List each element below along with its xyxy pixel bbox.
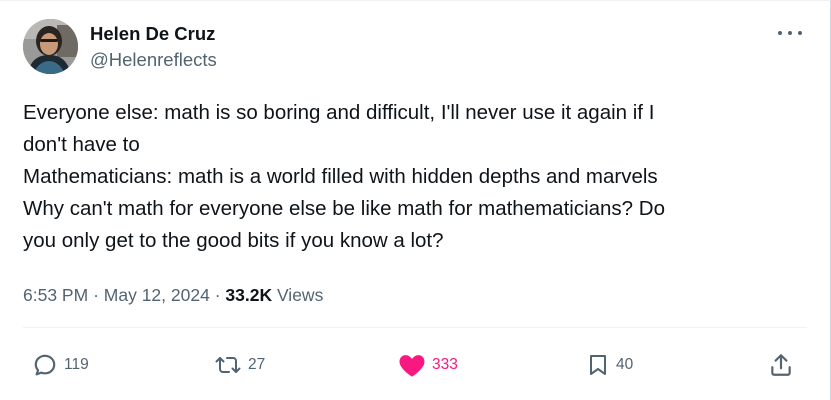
reply-count: 119	[64, 356, 89, 373]
tweet-text: Everyone else: math is so boring and dif…	[23, 97, 803, 257]
author-handle[interactable]: @Helenreflects	[90, 48, 217, 72]
share-icon	[771, 354, 791, 376]
retweet-count: 27	[248, 356, 266, 373]
tweet-text-line: Mathematicians: math is a world filled w…	[23, 165, 658, 188]
meta-separator: ·	[93, 285, 104, 305]
bookmark-button[interactable]: 40	[586, 347, 633, 383]
heart-filled-icon	[399, 355, 425, 377]
bookmark-icon	[590, 355, 606, 375]
avatar[interactable]	[23, 19, 78, 74]
tweet-text-line: you only get to the good bits if you kno…	[23, 229, 444, 252]
share-button[interactable]	[768, 347, 794, 383]
retweet-button[interactable]: 27	[214, 347, 265, 383]
tweet-header: Helen De Cruz @Helenreflects	[23, 19, 217, 74]
avatar-image	[23, 19, 78, 74]
author-display-name[interactable]: Helen De Cruz	[90, 22, 217, 46]
tweet-card: Helen De Cruz @Helenreflects Everyone el…	[0, 0, 831, 400]
author-names: Helen De Cruz @Helenreflects	[90, 22, 217, 72]
tweet-date[interactable]: May 12, 2024	[104, 285, 210, 305]
tweet-time[interactable]: 6:53 PM	[23, 285, 88, 305]
retweet-icon	[215, 357, 241, 373]
like-button[interactable]: 333	[398, 347, 458, 383]
tweet-meta: 6:53 PM · May 12, 2024 · 33.2K Views	[23, 283, 323, 307]
meta-separator: ·	[214, 285, 226, 305]
more-horizontal-icon	[778, 31, 782, 35]
views-label: Views	[276, 285, 324, 305]
views-count: 33.2K	[225, 285, 277, 305]
bookmark-count: 40	[616, 356, 634, 373]
reply-icon	[34, 354, 56, 376]
divider	[23, 327, 807, 328]
action-bar: 119 27 333 40	[0, 347, 831, 383]
reply-button[interactable]: 119	[32, 347, 89, 383]
more-options-button[interactable]	[778, 25, 802, 41]
like-count: 333	[432, 356, 458, 373]
tweet-text-line: Everyone else: math is so boring and dif…	[23, 101, 655, 124]
tweet-text-line: don't have to	[23, 133, 140, 156]
tweet-text-line: Why can't math for everyone else be like…	[23, 197, 665, 220]
